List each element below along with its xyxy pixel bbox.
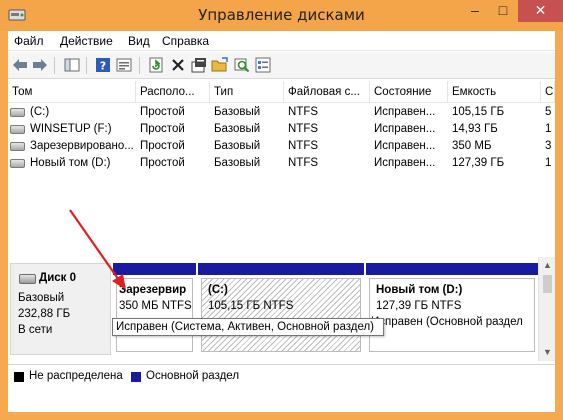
open-folder-icon[interactable]	[211, 56, 229, 74]
cell-filesystem: NTFS	[288, 106, 319, 118]
menu-bar: Файл Действие Вид Справка	[8, 31, 555, 51]
cell-free: 5	[545, 106, 552, 118]
cell-capacity: 14,93 ГБ	[452, 123, 498, 135]
cell-status: Исправен...	[374, 123, 436, 135]
legend-bar: Не распределена Основной раздел	[8, 364, 555, 388]
cell-layout: Простой	[140, 106, 185, 118]
disk-management-window: Управление дисками – □ ✕ Файл Действие В…	[0, 0, 563, 420]
cell-volume: Зарезервировано...	[30, 140, 134, 152]
cell-capacity: 350 МБ	[452, 140, 492, 152]
cell-layout: Простой	[140, 123, 185, 135]
cell-filesystem: NTFS	[288, 123, 319, 135]
vertical-scrollbar[interactable]: ▲ ▼	[538, 257, 555, 361]
partition-box-selected[interactable]: (C:) 105,15 ГБ NTFS	[201, 278, 361, 352]
disk-type: Базовый	[18, 292, 65, 304]
partition-title: Новый том (D:)	[376, 284, 463, 296]
column-header-volume[interactable]: Том	[8, 81, 136, 103]
column-header-free[interactable]: С	[541, 81, 555, 103]
partition-tooltip: Исправен (Система, Активен, Основной раз…	[112, 318, 384, 336]
menu-action[interactable]: Действие	[60, 34, 113, 48]
cell-status: Исправен...	[374, 106, 436, 118]
column-header-layout[interactable]: Располо...	[136, 81, 210, 103]
cell-layout: Простой	[140, 140, 185, 152]
forward-arrow-icon[interactable]	[31, 56, 49, 74]
cell-free: 1	[545, 157, 552, 169]
maximize-button[interactable]: □	[489, 0, 517, 22]
cell-layout: Простой	[140, 157, 185, 169]
legend-label-primary: Основной раздел	[146, 370, 240, 382]
partition-size: 350 МБ NTFS	[119, 300, 192, 312]
cell-volume: Новый том (D:)	[30, 157, 111, 169]
properties-icon[interactable]	[115, 56, 133, 74]
view-list-icon[interactable]	[254, 56, 272, 74]
cell-type: Базовый	[214, 123, 261, 135]
refresh-icon[interactable]	[147, 56, 165, 74]
menu-view[interactable]: Вид	[128, 34, 150, 48]
legend-swatch-primary	[131, 372, 141, 382]
table-row[interactable]: WINSETUP (F:) Простой Базовый NTFS Испра…	[8, 121, 555, 138]
search-disk-icon[interactable]	[233, 56, 251, 74]
toolbar: ?	[8, 52, 555, 79]
volume-list-header: Том Располо... Тип Файловая с... Состоян…	[8, 81, 555, 103]
cell-type: Базовый	[214, 157, 261, 169]
column-header-status[interactable]: Состояние	[370, 81, 448, 103]
cell-volume: (C:)	[30, 106, 50, 118]
cell-volume: WINSETUP (F:)	[30, 123, 112, 135]
drive-icon	[10, 108, 25, 117]
vertical-scroll-thumb[interactable]	[543, 275, 552, 293]
svg-text:?: ?	[100, 60, 106, 73]
partition-title: (C:)	[208, 284, 228, 296]
cell-capacity: 127,39 ГБ	[452, 157, 505, 169]
cell-filesystem: NTFS	[288, 140, 319, 152]
toolbar-separator	[54, 57, 55, 74]
cell-filesystem: NTFS	[288, 157, 319, 169]
cell-type: Базовый	[214, 140, 261, 152]
cell-free: 3	[545, 140, 552, 152]
partition-size: 105,15 ГБ NTFS	[208, 300, 294, 312]
partition-status: Исправен (Основной раздел	[371, 316, 523, 328]
column-header-type[interactable]: Тип	[210, 81, 284, 103]
toolbar-separator	[139, 57, 140, 74]
drive-icon	[10, 142, 25, 151]
cell-capacity: 105,15 ГБ	[452, 106, 505, 118]
cell-status: Исправен...	[374, 157, 436, 169]
console-tree-icon[interactable]	[63, 56, 81, 74]
mmc-properties-icon[interactable]	[190, 56, 208, 74]
close-button[interactable]: ✕	[518, 0, 563, 22]
scroll-up-arrow-icon[interactable]: ▲	[539, 257, 556, 274]
table-row[interactable]: Зарезервировано... Простой Базовый NTFS …	[8, 138, 555, 155]
column-header-filesystem[interactable]: Файловая с...	[284, 81, 370, 103]
cell-type: Базовый	[214, 106, 261, 118]
table-row[interactable]: Новый том (D:) Простой Базовый NTFS Испр…	[8, 155, 555, 172]
menu-file[interactable]: Файл	[14, 34, 44, 48]
partition-d[interactable]: Новый том (D:) 127,39 ГБ NTFS Исправен (…	[366, 263, 538, 355]
toolbar-separator	[86, 57, 87, 74]
partition-size: 127,39 ГБ NTFS	[376, 300, 462, 312]
table-row[interactable]: (C:) Простой Базовый NTFS Исправен... 10…	[8, 104, 555, 121]
delete-icon[interactable]	[169, 56, 187, 74]
partition-bar	[366, 263, 538, 275]
cell-status: Исправен...	[374, 140, 436, 152]
back-arrow-icon[interactable]	[11, 56, 29, 74]
partition-box[interactable]: Новый том (D:) 127,39 ГБ NTFS Исправен (…	[369, 278, 535, 352]
disk-size: 232,88 ГБ	[18, 308, 71, 320]
drive-icon	[10, 159, 25, 168]
column-header-capacity[interactable]: Емкость	[448, 81, 541, 103]
legend-swatch-unallocated	[14, 372, 24, 382]
partition-bar	[198, 263, 364, 275]
disk-status: В сети	[18, 324, 53, 336]
menu-help[interactable]: Справка	[162, 34, 209, 48]
minimize-button[interactable]: –	[461, 0, 489, 22]
cell-free: 1	[545, 123, 552, 135]
help-icon[interactable]: ?	[94, 56, 112, 74]
legend-label-unallocated: Не распределена	[29, 370, 123, 382]
partition-c[interactable]: (C:) 105,15 ГБ NTFS	[198, 263, 364, 355]
drive-icon	[10, 125, 25, 134]
scroll-down-arrow-icon[interactable]: ▼	[539, 344, 556, 361]
annotation-arrow-icon	[69, 209, 126, 290]
title-bar[interactable]: Управление дисками – □ ✕	[0, 0, 563, 31]
disk-icon	[19, 274, 36, 284]
